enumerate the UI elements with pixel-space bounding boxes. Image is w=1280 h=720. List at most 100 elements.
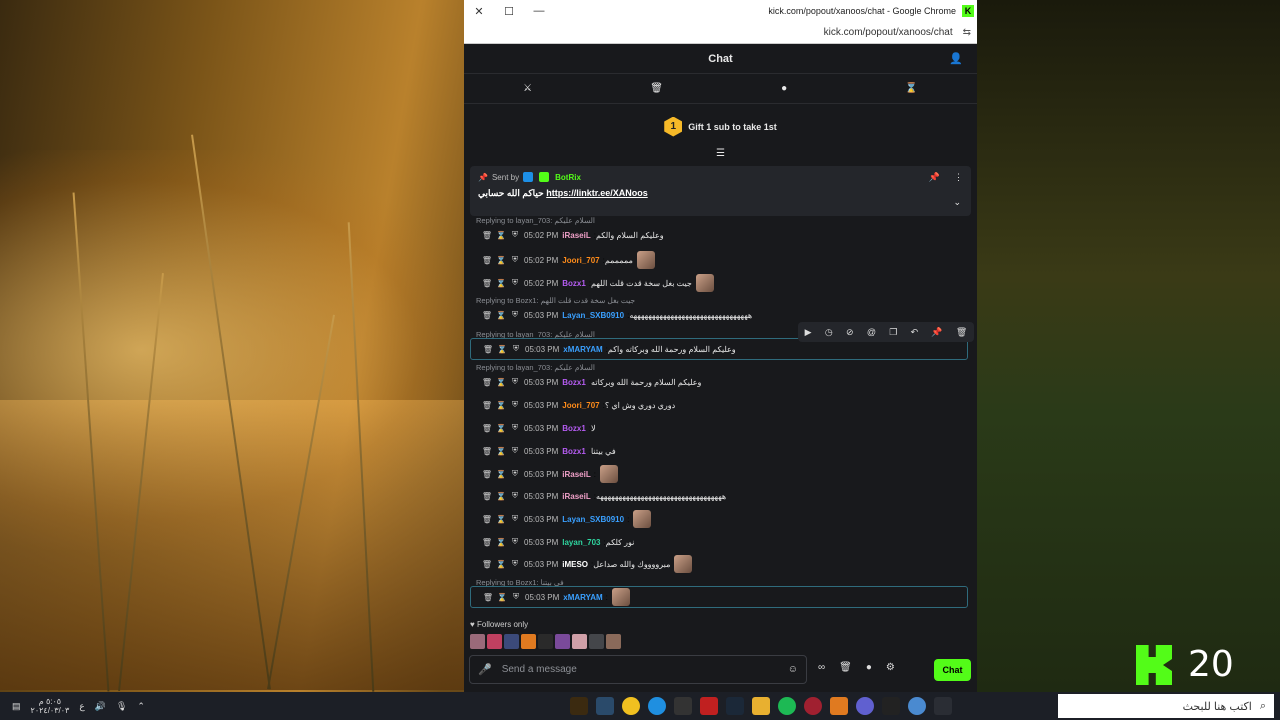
timeout-user-icon[interactable]: ⌛ bbox=[494, 311, 508, 320]
message-username[interactable]: iRaseiL bbox=[562, 492, 590, 501]
notifications-icon[interactable]: ▤ bbox=[12, 701, 21, 712]
minimize-icon[interactable]: — bbox=[524, 5, 554, 17]
chat-message[interactable]: 🗑 ⌛ ⛨ 05:03 PM iRaseiL: bbox=[470, 463, 968, 485]
timeout-icon[interactable]: ◷ bbox=[825, 327, 833, 338]
ban-user-icon[interactable]: ⛨ bbox=[509, 592, 523, 602]
gift-sub-banner[interactable]: 1 Gift 1 sub to take 1st bbox=[464, 104, 977, 149]
delete-message-icon[interactable]: 🗑 bbox=[480, 401, 494, 410]
trash-small-icon[interactable]: 🗑 bbox=[839, 662, 852, 673]
maximize-icon[interactable]: ☐ bbox=[494, 5, 524, 18]
app-icon[interactable] bbox=[674, 697, 692, 715]
address-bar[interactable]: kick.com/popout/xanoos/chat ⇆ bbox=[464, 22, 977, 44]
message-username[interactable]: layan_703 bbox=[562, 538, 600, 547]
message-username[interactable]: Bozx1 bbox=[562, 279, 586, 288]
message-username[interactable]: Layan_SXB0910 bbox=[562, 515, 624, 524]
chat-message[interactable]: 🗑 ⌛ ⛨ 05:03 PM iRaseiL: ههههههههههههههههههههه… bbox=[470, 485, 968, 507]
delete-message-icon[interactable]: 🗑 bbox=[481, 593, 495, 602]
emoji-icon[interactable]: ☺ bbox=[788, 664, 798, 675]
message-username[interactable]: Layan_SXB0910 bbox=[562, 311, 624, 320]
delete-message-icon[interactable]: 🗑 bbox=[480, 279, 494, 288]
send-chat-button[interactable]: Chat bbox=[934, 659, 971, 681]
timeout-user-icon[interactable]: ⌛ bbox=[494, 447, 508, 456]
chat-message[interactable]: 🗑 ⌛ ⛨ 05:03 PM xMARYAM: bbox=[470, 586, 968, 608]
timeout-user-icon[interactable]: ⌛ bbox=[494, 231, 508, 240]
spotify-icon[interactable] bbox=[778, 697, 796, 715]
avatar[interactable] bbox=[521, 634, 536, 649]
collapse-icon[interactable]: ☰ bbox=[464, 149, 977, 161]
avatar[interactable] bbox=[487, 634, 502, 649]
taskbar-search[interactable]: اكتب هنا للبحث ⌕ bbox=[1058, 694, 1274, 718]
timeout-user-icon[interactable]: ⌛ bbox=[494, 470, 508, 479]
ban-user-icon[interactable]: ⛨ bbox=[508, 377, 522, 387]
ban-user-icon[interactable]: ⛨ bbox=[508, 310, 522, 320]
trash-icon[interactable]: 🗑 bbox=[650, 83, 663, 94]
delete-message-icon[interactable]: 🗑 bbox=[480, 560, 494, 569]
ban-user-icon[interactable]: ⛨ bbox=[508, 230, 522, 240]
delete-message-icon[interactable]: 🗑 bbox=[480, 447, 494, 456]
tray-chevron-up-icon[interactable]: ⌃ bbox=[137, 701, 145, 712]
language-indicator[interactable]: ع bbox=[79, 701, 84, 712]
epic-games-icon[interactable] bbox=[882, 697, 900, 715]
delete-message-icon[interactable]: 🗑 bbox=[480, 515, 494, 524]
timeout-user-icon[interactable]: ⌛ bbox=[494, 378, 508, 387]
ban-user-icon[interactable]: ⛨ bbox=[508, 469, 522, 479]
user-settings-icon[interactable]: 👤 bbox=[949, 52, 963, 65]
message-username[interactable]: xMARYAM bbox=[563, 345, 602, 354]
avatar[interactable] bbox=[538, 634, 553, 649]
edge-icon[interactable] bbox=[648, 697, 666, 715]
message-username[interactable]: Joori_707 bbox=[562, 401, 599, 410]
avatar[interactable] bbox=[470, 634, 485, 649]
site-settings-icon[interactable]: ⇆ bbox=[963, 27, 971, 38]
delete-message-icon[interactable]: 🗑 bbox=[480, 470, 494, 479]
message-username[interactable]: iRaseiL bbox=[562, 231, 590, 240]
chat-message[interactable]: 🗑 ⌛ ⛨ 05:03 PM Joori_707: دوري دوري وش اي ؟ bbox=[470, 394, 968, 416]
pinned-link[interactable]: https://linktr.ee/XANoos bbox=[546, 188, 648, 198]
app-icon[interactable] bbox=[700, 697, 718, 715]
ban-user-icon[interactable]: ⛨ bbox=[508, 491, 522, 501]
message-username[interactable]: Bozx1 bbox=[562, 424, 586, 433]
timeout-user-icon[interactable]: ⌛ bbox=[494, 424, 508, 433]
chat-bubble-icon[interactable]: ● bbox=[781, 83, 787, 94]
chat-message[interactable]: 🗑 ⌛ ⛨ 05:03 PM layan_703: نور كلكم bbox=[470, 531, 968, 553]
avatar[interactable] bbox=[606, 634, 621, 649]
ban-icon[interactable]: ⊘ bbox=[846, 327, 854, 338]
mention-icon[interactable]: @ bbox=[867, 327, 876, 337]
reply-icon[interactable]: ↶ bbox=[911, 327, 919, 338]
app-icon[interactable] bbox=[830, 697, 848, 715]
app-icon[interactable] bbox=[570, 697, 588, 715]
timeout-user-icon[interactable]: ⌛ bbox=[494, 492, 508, 501]
chat-message[interactable]: 🗑 ⌛ ⛨ 05:02 PM Joori_707: مممممم bbox=[470, 249, 968, 271]
delete-message-icon[interactable]: 🗑 bbox=[480, 256, 494, 265]
mic-tray-icon[interactable]: 🎙 bbox=[116, 701, 127, 712]
chat-message[interactable]: 🗑 ⌛ ⛨ 05:03 PM Bozx1: في بيتنا bbox=[470, 440, 968, 462]
ban-user-icon[interactable]: ⛨ bbox=[508, 278, 522, 288]
ban-user-icon[interactable]: ⛨ bbox=[508, 559, 522, 569]
infinity-icon[interactable]: ∞ bbox=[818, 662, 825, 673]
play-icon[interactable]: ▶ bbox=[805, 327, 812, 338]
ban-user-icon[interactable]: ⛨ bbox=[508, 400, 522, 410]
copy-icon[interactable]: ❐ bbox=[889, 327, 897, 338]
unpin-icon[interactable]: 📌 bbox=[929, 172, 940, 183]
delete-message-icon[interactable]: 🗑 bbox=[480, 311, 494, 320]
avatar[interactable] bbox=[589, 634, 604, 649]
system-clock[interactable]: ٥:٠٥ م ٢٠٢٤/٠٣/٠٣ bbox=[31, 697, 70, 715]
steam-icon[interactable] bbox=[726, 697, 744, 715]
pinned-sender[interactable]: BotRix bbox=[555, 173, 581, 182]
ban-user-icon[interactable]: ⛨ bbox=[508, 446, 522, 456]
delete-message-icon[interactable]: 🗑 bbox=[480, 492, 494, 501]
volume-icon[interactable]: 🔊 bbox=[95, 701, 106, 712]
chat-message[interactable]: 🗑 ⌛ ⛨ 05:02 PM iRaseiL: وعليكم السلام والكم bbox=[470, 224, 968, 246]
more-options-icon[interactable]: ⋮ bbox=[954, 172, 963, 183]
app-icon[interactable] bbox=[856, 697, 874, 715]
message-username[interactable]: iRaseiL bbox=[562, 470, 590, 479]
message-username[interactable]: Joori_707 bbox=[562, 256, 599, 265]
chat-bubble-small-icon[interactable]: ● bbox=[866, 662, 872, 673]
ban-user-icon[interactable]: ⛨ bbox=[509, 344, 523, 354]
timeout-user-icon[interactable]: ⌛ bbox=[495, 593, 509, 602]
timeout-user-icon[interactable]: ⌛ bbox=[495, 345, 509, 354]
file-explorer-icon[interactable] bbox=[752, 697, 770, 715]
delete-message-icon[interactable]: 🗑 bbox=[480, 424, 494, 433]
microphone-icon[interactable]: 🎤 bbox=[478, 663, 492, 676]
message-username[interactable]: Bozx1 bbox=[562, 447, 586, 456]
delete-message-icon[interactable]: 🗑 bbox=[480, 231, 494, 240]
